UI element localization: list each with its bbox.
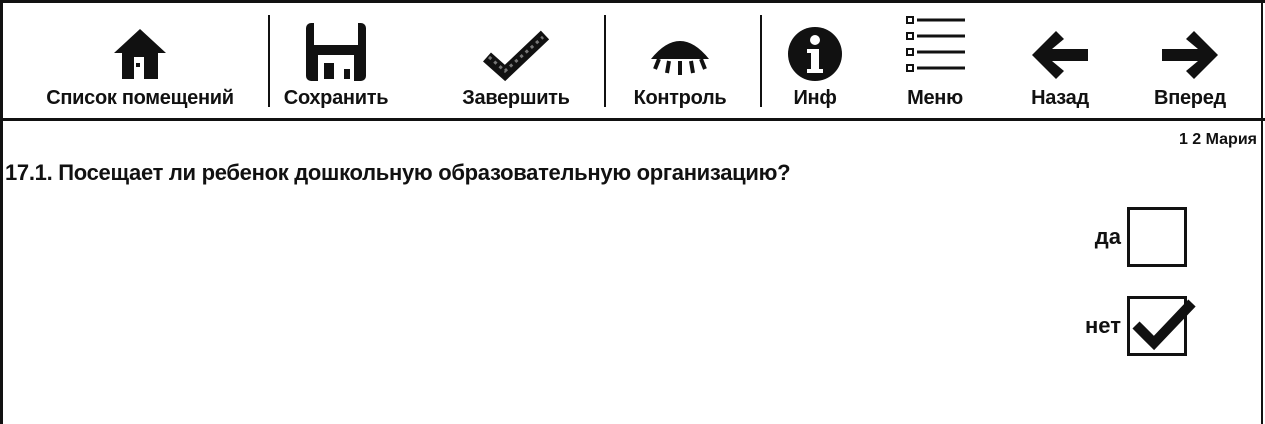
checkmark-icon: [1132, 299, 1196, 351]
save-button[interactable]: Сохранить: [276, 3, 396, 118]
floppy-disk-icon: [276, 3, 396, 83]
toolbar-divider: [760, 15, 762, 107]
arrow-left-icon: [1010, 3, 1110, 83]
option-yes[interactable]: да: [1095, 207, 1187, 267]
toolbar: Список помещений Сохранить Завершить Кон…: [0, 3, 1265, 121]
eye-icon: [610, 3, 750, 83]
option-no[interactable]: нет: [1084, 296, 1196, 356]
menu-label: Меню: [907, 87, 963, 109]
menu-button[interactable]: Меню: [880, 3, 990, 118]
finish-label: Завершить: [462, 87, 570, 109]
forward-button[interactable]: Вперед: [1135, 3, 1245, 118]
option-yes-label: да: [1094, 224, 1121, 249]
option-no-label: нет: [1084, 313, 1121, 338]
menu-list-icon: [880, 3, 990, 83]
back-button[interactable]: Назад: [1010, 3, 1110, 118]
house-icon: [20, 3, 260, 83]
toolbar-divider: [268, 15, 270, 107]
info-icon: [770, 3, 860, 83]
option-yes-checkbox[interactable]: [1127, 207, 1187, 267]
save-label: Сохранить: [283, 87, 389, 109]
question-text: 17.1. Посещает ли ребенок дошкольную обр…: [5, 160, 791, 185]
back-label: Назад: [1031, 87, 1089, 109]
control-button[interactable]: Контроль: [610, 3, 750, 118]
user-info: 1 2 Мария: [1178, 131, 1257, 148]
control-label: Контроль: [633, 87, 727, 109]
info-button[interactable]: Инф: [770, 3, 860, 118]
rooms-list-label: Список помещений: [46, 87, 234, 109]
forward-label: Вперед: [1154, 87, 1226, 109]
checkmark-icon: [446, 3, 586, 83]
rooms-list-button[interactable]: Список помещений: [20, 3, 260, 118]
info-label: Инф: [793, 87, 837, 109]
arrow-right-icon: [1135, 3, 1245, 83]
finish-button[interactable]: Завершить: [446, 3, 586, 118]
toolbar-divider: [604, 15, 606, 107]
option-no-checkbox[interactable]: [1127, 296, 1196, 356]
